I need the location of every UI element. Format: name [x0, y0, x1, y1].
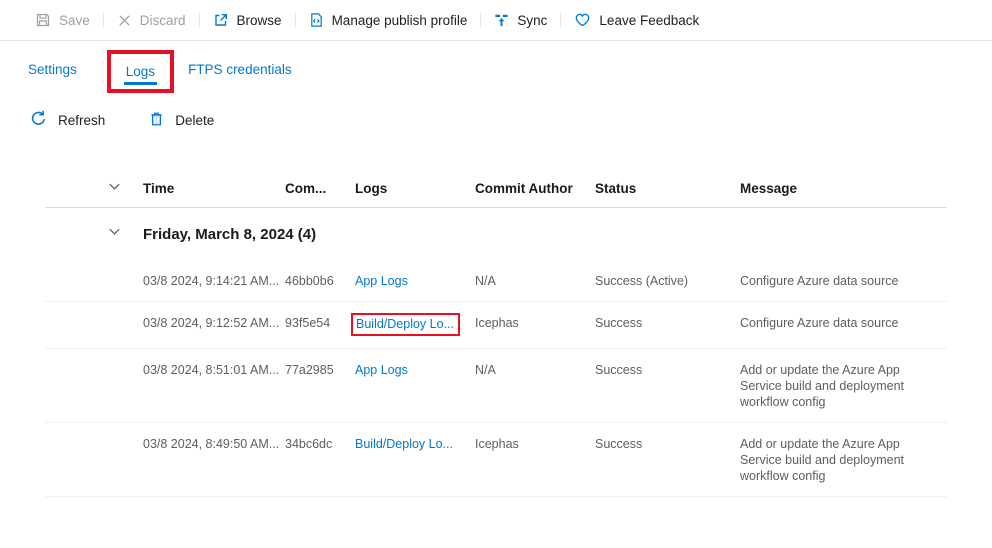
app-logs-link[interactable]: App Logs [355, 274, 408, 288]
column-header-commit: Com... [285, 181, 355, 196]
cell-time: 03/8 2024, 9:14:21 AM... [143, 273, 285, 289]
column-header-commit-author: Commit Author [475, 181, 595, 196]
chevron-down-icon [107, 179, 122, 199]
delete-label: Delete [175, 113, 214, 128]
refresh-icon [30, 110, 47, 130]
annotation-box-logs-tab: Logs [107, 50, 174, 93]
browse-icon [213, 12, 229, 28]
date-group-label: Friday, March 8, 2024 (4) [143, 226, 947, 243]
cell-time: 03/8 2024, 8:51:01 AM... [143, 362, 285, 378]
publish-profile-icon [309, 12, 324, 28]
cell-commit-author: N/A [475, 362, 595, 378]
column-header-logs: Logs [355, 181, 475, 196]
browse-label: Browse [237, 13, 282, 28]
cell-status: Success [595, 362, 740, 378]
deployment-logs-table: Time Com... Logs Commit Author Status Me… [45, 170, 947, 497]
tab-settings[interactable]: Settings [28, 50, 77, 87]
log-actions: Refresh Delete [30, 110, 214, 130]
cell-status: Success [595, 436, 740, 452]
tab-ftps-credentials[interactable]: FTPS credentials [188, 50, 292, 87]
sync-button[interactable]: Sync [481, 13, 560, 28]
cell-commit: 93f5e54 [285, 315, 355, 331]
annotation-box-build-deploy-link: Build/Deploy Lo... [351, 313, 460, 336]
manage-publish-profile-button[interactable]: Manage publish profile [296, 12, 481, 28]
cell-commit: 34bc6dc [285, 436, 355, 452]
cell-message: Add or update the Azure App Service buil… [740, 436, 936, 484]
discard-button[interactable]: Discard [104, 13, 199, 28]
leave-feedback-label: Leave Feedback [599, 13, 699, 28]
cell-status: Success (Active) [595, 273, 740, 289]
cell-message: Add or update the Azure App Service buil… [740, 362, 936, 410]
cell-commit-author: N/A [475, 273, 595, 289]
collapse-all-chevron[interactable] [45, 179, 143, 199]
cell-status: Success [595, 315, 740, 331]
app-logs-link[interactable]: App Logs [355, 363, 408, 377]
cell-commit-author: Icephas [475, 315, 595, 331]
chevron-down-icon [107, 224, 122, 244]
group-collapse-chevron[interactable] [45, 224, 143, 244]
build-deploy-logs-link[interactable]: Build/Deploy Lo... [355, 437, 453, 451]
date-group-row[interactable]: Friday, March 8, 2024 (4) [45, 208, 947, 260]
cell-commit: 77a2985 [285, 362, 355, 378]
column-header-status: Status [595, 181, 740, 196]
save-label: Save [59, 13, 90, 28]
sync-label: Sync [517, 13, 547, 28]
table-row[interactable]: 03/8 2024, 8:51:01 AM... 77a2985 App Log… [45, 349, 947, 423]
browse-button[interactable]: Browse [200, 12, 295, 28]
refresh-button[interactable]: Refresh [30, 110, 105, 130]
tab-bar: Settings Logs FTPS credentials [28, 50, 292, 93]
discard-label: Discard [140, 13, 186, 28]
cell-commit-author: Icephas [475, 436, 595, 452]
leave-feedback-button[interactable]: Leave Feedback [561, 12, 712, 28]
cell-message: Configure Azure data source [740, 273, 936, 289]
table-row[interactable]: 03/8 2024, 9:14:21 AM... 46bb0b6 App Log… [45, 260, 947, 302]
delete-button[interactable]: Delete [149, 111, 214, 130]
build-deploy-logs-link[interactable]: Build/Deploy Lo... [356, 317, 454, 331]
table-header-row: Time Com... Logs Commit Author Status Me… [45, 170, 947, 208]
save-icon [35, 12, 51, 28]
heart-icon [574, 12, 591, 28]
table-row[interactable]: 03/8 2024, 9:12:52 AM... 93f5e54 Build/D… [45, 302, 947, 349]
cell-commit: 46bb0b6 [285, 273, 355, 289]
tab-logs[interactable]: Logs [124, 60, 157, 85]
cell-time: 03/8 2024, 9:12:52 AM... [143, 315, 285, 331]
table-row[interactable]: 03/8 2024, 8:49:50 AM... 34bc6dc Build/D… [45, 423, 947, 497]
cell-time: 03/8 2024, 8:49:50 AM... [143, 436, 285, 452]
refresh-label: Refresh [58, 113, 105, 128]
discard-icon [117, 13, 132, 28]
cell-message: Configure Azure data source [740, 315, 936, 331]
column-header-time: Time [143, 181, 285, 196]
column-header-message: Message [740, 181, 947, 196]
trash-icon [149, 111, 164, 130]
command-bar: Save Discard Browse Manage publish profi… [0, 0, 992, 41]
sync-icon [494, 13, 509, 28]
manage-publish-profile-label: Manage publish profile [332, 13, 468, 28]
save-button[interactable]: Save [22, 12, 103, 28]
